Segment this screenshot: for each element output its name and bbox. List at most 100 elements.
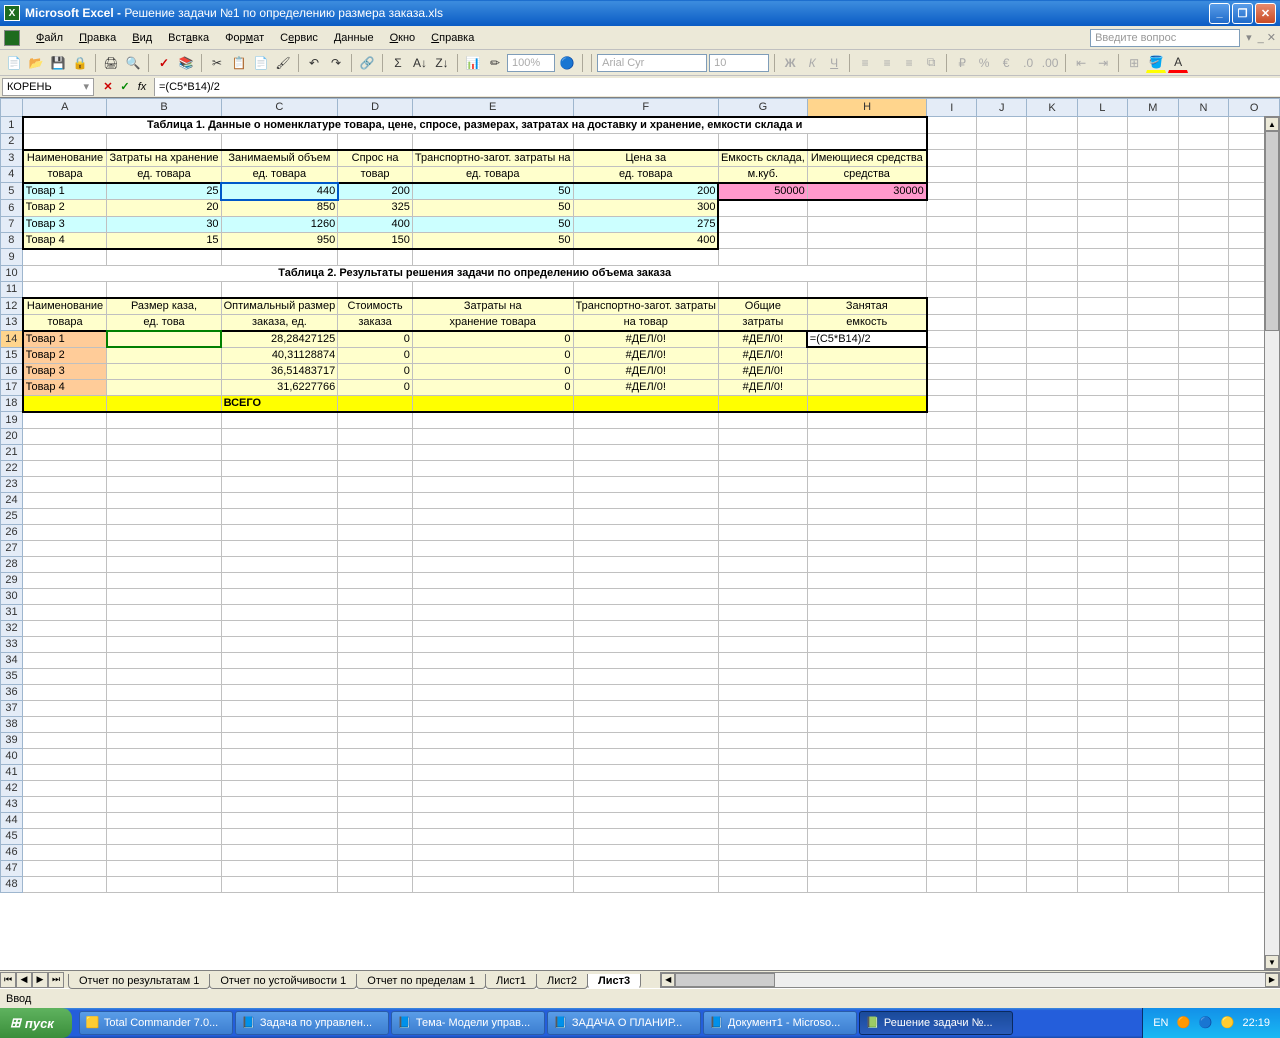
- cell-M36[interactable]: [1127, 684, 1178, 700]
- cell-I40[interactable]: [927, 748, 977, 764]
- cell-E26[interactable]: [412, 524, 573, 540]
- tray-icon[interactable]: 🟡: [1220, 1016, 1234, 1030]
- cell-D14[interactable]: 0: [338, 331, 413, 348]
- cell-N10[interactable]: [1178, 265, 1229, 281]
- cell-M45[interactable]: [1127, 828, 1178, 844]
- cell-E29[interactable]: [412, 572, 573, 588]
- cell-M12[interactable]: [1127, 298, 1178, 315]
- cell-C31[interactable]: [221, 604, 338, 620]
- cell-K38[interactable]: [1027, 716, 1077, 732]
- formula-input[interactable]: [154, 78, 1280, 96]
- cell-M7[interactable]: [1127, 216, 1178, 232]
- cell-L11[interactable]: [1077, 281, 1127, 298]
- cell-H43[interactable]: [807, 796, 927, 812]
- cell-L38[interactable]: [1077, 716, 1127, 732]
- cell-I45[interactable]: [927, 828, 977, 844]
- new-button[interactable]: 📄: [4, 53, 24, 73]
- row-header-18[interactable]: 18: [1, 395, 23, 412]
- sheet-tab[interactable]: Отчет по устойчивости 1: [209, 974, 357, 989]
- cell-M13[interactable]: [1127, 314, 1178, 331]
- sort-desc-button[interactable]: Z↓: [432, 53, 452, 73]
- align-right-button[interactable]: ≡: [899, 53, 919, 73]
- cell-B35[interactable]: [107, 668, 221, 684]
- col-header-J[interactable]: J: [977, 99, 1027, 117]
- cell-A8[interactable]: Товар 4: [23, 232, 107, 249]
- cell-D2[interactable]: [338, 133, 413, 150]
- cell-M38[interactable]: [1127, 716, 1178, 732]
- cell-I13[interactable]: [927, 314, 977, 331]
- cell-M40[interactable]: [1127, 748, 1178, 764]
- cell-A21[interactable]: [23, 444, 107, 460]
- cell-H8[interactable]: [807, 232, 927, 249]
- cell-J1[interactable]: [977, 117, 1027, 134]
- cell-D41[interactable]: [338, 764, 413, 780]
- cell-K13[interactable]: [1027, 314, 1077, 331]
- cell-F16[interactable]: #ДЕЛ/0!: [573, 363, 718, 379]
- row-header-38[interactable]: 38: [1, 716, 23, 732]
- col-header-O[interactable]: O: [1229, 99, 1280, 117]
- cell-C37[interactable]: [221, 700, 338, 716]
- cell-K40[interactable]: [1027, 748, 1077, 764]
- cell-L42[interactable]: [1077, 780, 1127, 796]
- cell-B45[interactable]: [107, 828, 221, 844]
- cell-H44[interactable]: [807, 812, 927, 828]
- cell-C47[interactable]: [221, 860, 338, 876]
- cell-J42[interactable]: [977, 780, 1027, 796]
- fill-color-button[interactable]: 🪣: [1146, 53, 1166, 73]
- cell-E23[interactable]: [412, 476, 573, 492]
- cell-L26[interactable]: [1077, 524, 1127, 540]
- cell-H25[interactable]: [807, 508, 927, 524]
- cell-E44[interactable]: [412, 812, 573, 828]
- cell-I29[interactable]: [927, 572, 977, 588]
- cell-H33[interactable]: [807, 636, 927, 652]
- tab-last-button[interactable]: ⏭: [48, 972, 64, 988]
- cell-I32[interactable]: [927, 620, 977, 636]
- row-header-7[interactable]: 7: [1, 216, 23, 232]
- cell-L40[interactable]: [1077, 748, 1127, 764]
- tab-next-button[interactable]: ▶: [32, 972, 48, 988]
- cell-G28[interactable]: [718, 556, 807, 572]
- cell-N2[interactable]: [1178, 133, 1229, 150]
- cell-F28[interactable]: [573, 556, 718, 572]
- cell-M30[interactable]: [1127, 588, 1178, 604]
- fx-button[interactable]: fx: [134, 79, 150, 95]
- cell-H27[interactable]: [807, 540, 927, 556]
- cell-E13[interactable]: хранение товара: [412, 314, 573, 331]
- cell-H9[interactable]: [807, 249, 927, 266]
- cell-A2[interactable]: [23, 133, 107, 150]
- cell-F46[interactable]: [573, 844, 718, 860]
- cell-B22[interactable]: [107, 460, 221, 476]
- cell-J27[interactable]: [977, 540, 1027, 556]
- cell-K19[interactable]: [1027, 412, 1077, 429]
- cell-B20[interactable]: [107, 428, 221, 444]
- cell-G40[interactable]: [718, 748, 807, 764]
- cell-K46[interactable]: [1027, 844, 1077, 860]
- cell-B5[interactable]: 25: [107, 183, 221, 200]
- borders-button[interactable]: ⊞: [1124, 53, 1144, 73]
- cell-G4[interactable]: м.куб.: [718, 166, 807, 183]
- cell-F4[interactable]: ед. товара: [573, 166, 718, 183]
- cell-F25[interactable]: [573, 508, 718, 524]
- cell-M5[interactable]: [1127, 183, 1178, 200]
- clock[interactable]: 22:19: [1242, 1017, 1270, 1029]
- cell-L5[interactable]: [1077, 183, 1127, 200]
- cell-A43[interactable]: [23, 796, 107, 812]
- cell-I48[interactable]: [927, 876, 977, 892]
- row-header-22[interactable]: 22: [1, 460, 23, 476]
- cell-L15[interactable]: [1077, 347, 1127, 363]
- col-header-F[interactable]: F: [573, 99, 718, 117]
- col-header-E[interactable]: E: [412, 99, 573, 117]
- cell-H7[interactable]: [807, 216, 927, 232]
- cell-B8[interactable]: 15: [107, 232, 221, 249]
- cell-C19[interactable]: [221, 412, 338, 429]
- cell-E6[interactable]: 50: [412, 200, 573, 217]
- cell-E33[interactable]: [412, 636, 573, 652]
- cell-B23[interactable]: [107, 476, 221, 492]
- cell-B16[interactable]: [107, 363, 221, 379]
- cell-J35[interactable]: [977, 668, 1027, 684]
- cell-L16[interactable]: [1077, 363, 1127, 379]
- cell-L8[interactable]: [1077, 232, 1127, 249]
- cell-I28[interactable]: [927, 556, 977, 572]
- taskbar-item[interactable]: 📗Решение задачи №...: [859, 1011, 1013, 1035]
- cell-B21[interactable]: [107, 444, 221, 460]
